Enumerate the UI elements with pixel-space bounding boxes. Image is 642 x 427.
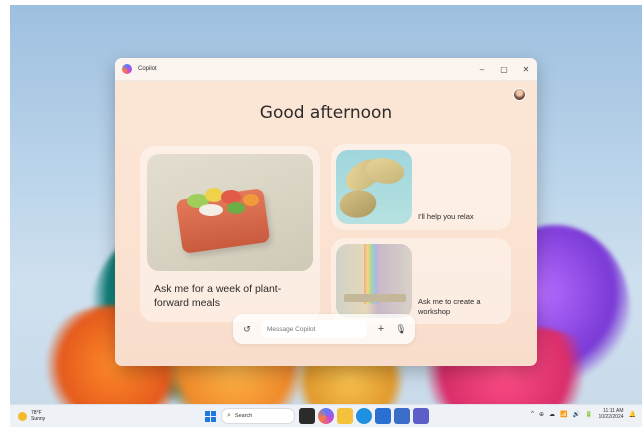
search-icon: ⌕: [227, 412, 231, 419]
taskbar-search[interactable]: ⌕ Search: [221, 408, 295, 424]
compose-bar: ↺ + 🎙: [233, 314, 415, 344]
windows-logo-icon: [204, 410, 216, 422]
clock-date: 10/22/2024: [598, 414, 624, 420]
app-title: Copilot: [138, 66, 157, 72]
battery-icon[interactable]: 🔋: [585, 411, 592, 418]
wifi-icon[interactable]: 📶: [560, 411, 567, 418]
suggestion-card-plant-forward[interactable]: Ask me for a week of plant-forward meals: [140, 146, 320, 322]
copilot-app-icon: [122, 64, 132, 74]
window-controls: – ▢ ✕: [471, 58, 537, 80]
copilot-window: Copilot – ▢ ✕ Good afternoon Ask me for …: [115, 58, 537, 366]
message-input[interactable]: [261, 320, 367, 338]
card-label: I'll help you relax: [418, 212, 474, 221]
table-shape: [344, 294, 406, 302]
tray-overflow-icon[interactable]: ^: [531, 411, 534, 417]
edge-browser-icon[interactable]: [356, 408, 372, 424]
start-button[interactable]: [202, 408, 218, 424]
weather-widget[interactable]: 78°F Sunny: [18, 410, 45, 422]
tray-app-icon[interactable]: ⊕: [539, 411, 544, 418]
suggestion-card-workshop[interactable]: Ask me to create a workshop: [331, 238, 511, 324]
taskbar: 78°F Sunny ⌕ Search ^ ⊕ ☁ 📶 🔊 🔋 11:11 AM…: [10, 404, 642, 427]
task-view-icon[interactable]: [299, 408, 315, 424]
notification-bell-icon[interactable]: 🔔: [629, 411, 636, 418]
system-tray: ^ ⊕ ☁ 📶 🔊 🔋 11:11 AM 10/22/2024 🔔: [526, 408, 636, 420]
clock[interactable]: 11:11 AM 10/22/2024: [598, 408, 623, 420]
suggestion-card-relax[interactable]: I'll help you relax: [331, 144, 511, 230]
weather-condition: Sunny: [31, 416, 46, 422]
maximize-button[interactable]: ▢: [493, 58, 515, 80]
taskbar-apps: ⌕ Search: [202, 408, 432, 424]
greeting-heading: Good afternoon: [259, 103, 393, 123]
search-label: Search: [234, 413, 253, 419]
weather-text: 78°F Sunny: [31, 410, 45, 422]
card-label: Ask me to create a workshop: [418, 297, 481, 316]
volume-icon[interactable]: 🔊: [573, 411, 580, 418]
close-button[interactable]: ✕: [515, 58, 537, 80]
workshop-illustration: [336, 244, 412, 318]
food-box-illustration: [147, 154, 313, 271]
outlook-icon[interactable]: [394, 408, 410, 424]
add-icon[interactable]: +: [373, 321, 389, 337]
minimize-button[interactable]: –: [471, 58, 493, 80]
history-icon[interactable]: ↺: [239, 321, 255, 337]
food-item: [199, 204, 223, 216]
user-avatar[interactable]: [513, 88, 526, 101]
leaf-shape: [337, 187, 379, 221]
food-item: [243, 194, 259, 206]
teams-icon[interactable]: [413, 408, 429, 424]
sun-icon: [18, 411, 27, 421]
onedrive-icon[interactable]: ☁: [549, 411, 555, 418]
microphone-icon[interactable]: 🎙: [393, 321, 409, 337]
file-explorer-icon[interactable]: [337, 408, 353, 424]
food-item: [227, 202, 245, 214]
leaves-illustration: [336, 150, 412, 224]
copilot-taskbar-icon[interactable]: [318, 408, 334, 424]
store-icon[interactable]: [375, 408, 391, 424]
card-label: Ask me for a week of plant-forward meals: [154, 283, 282, 309]
title-bar[interactable]: Copilot – ▢ ✕: [115, 58, 537, 81]
